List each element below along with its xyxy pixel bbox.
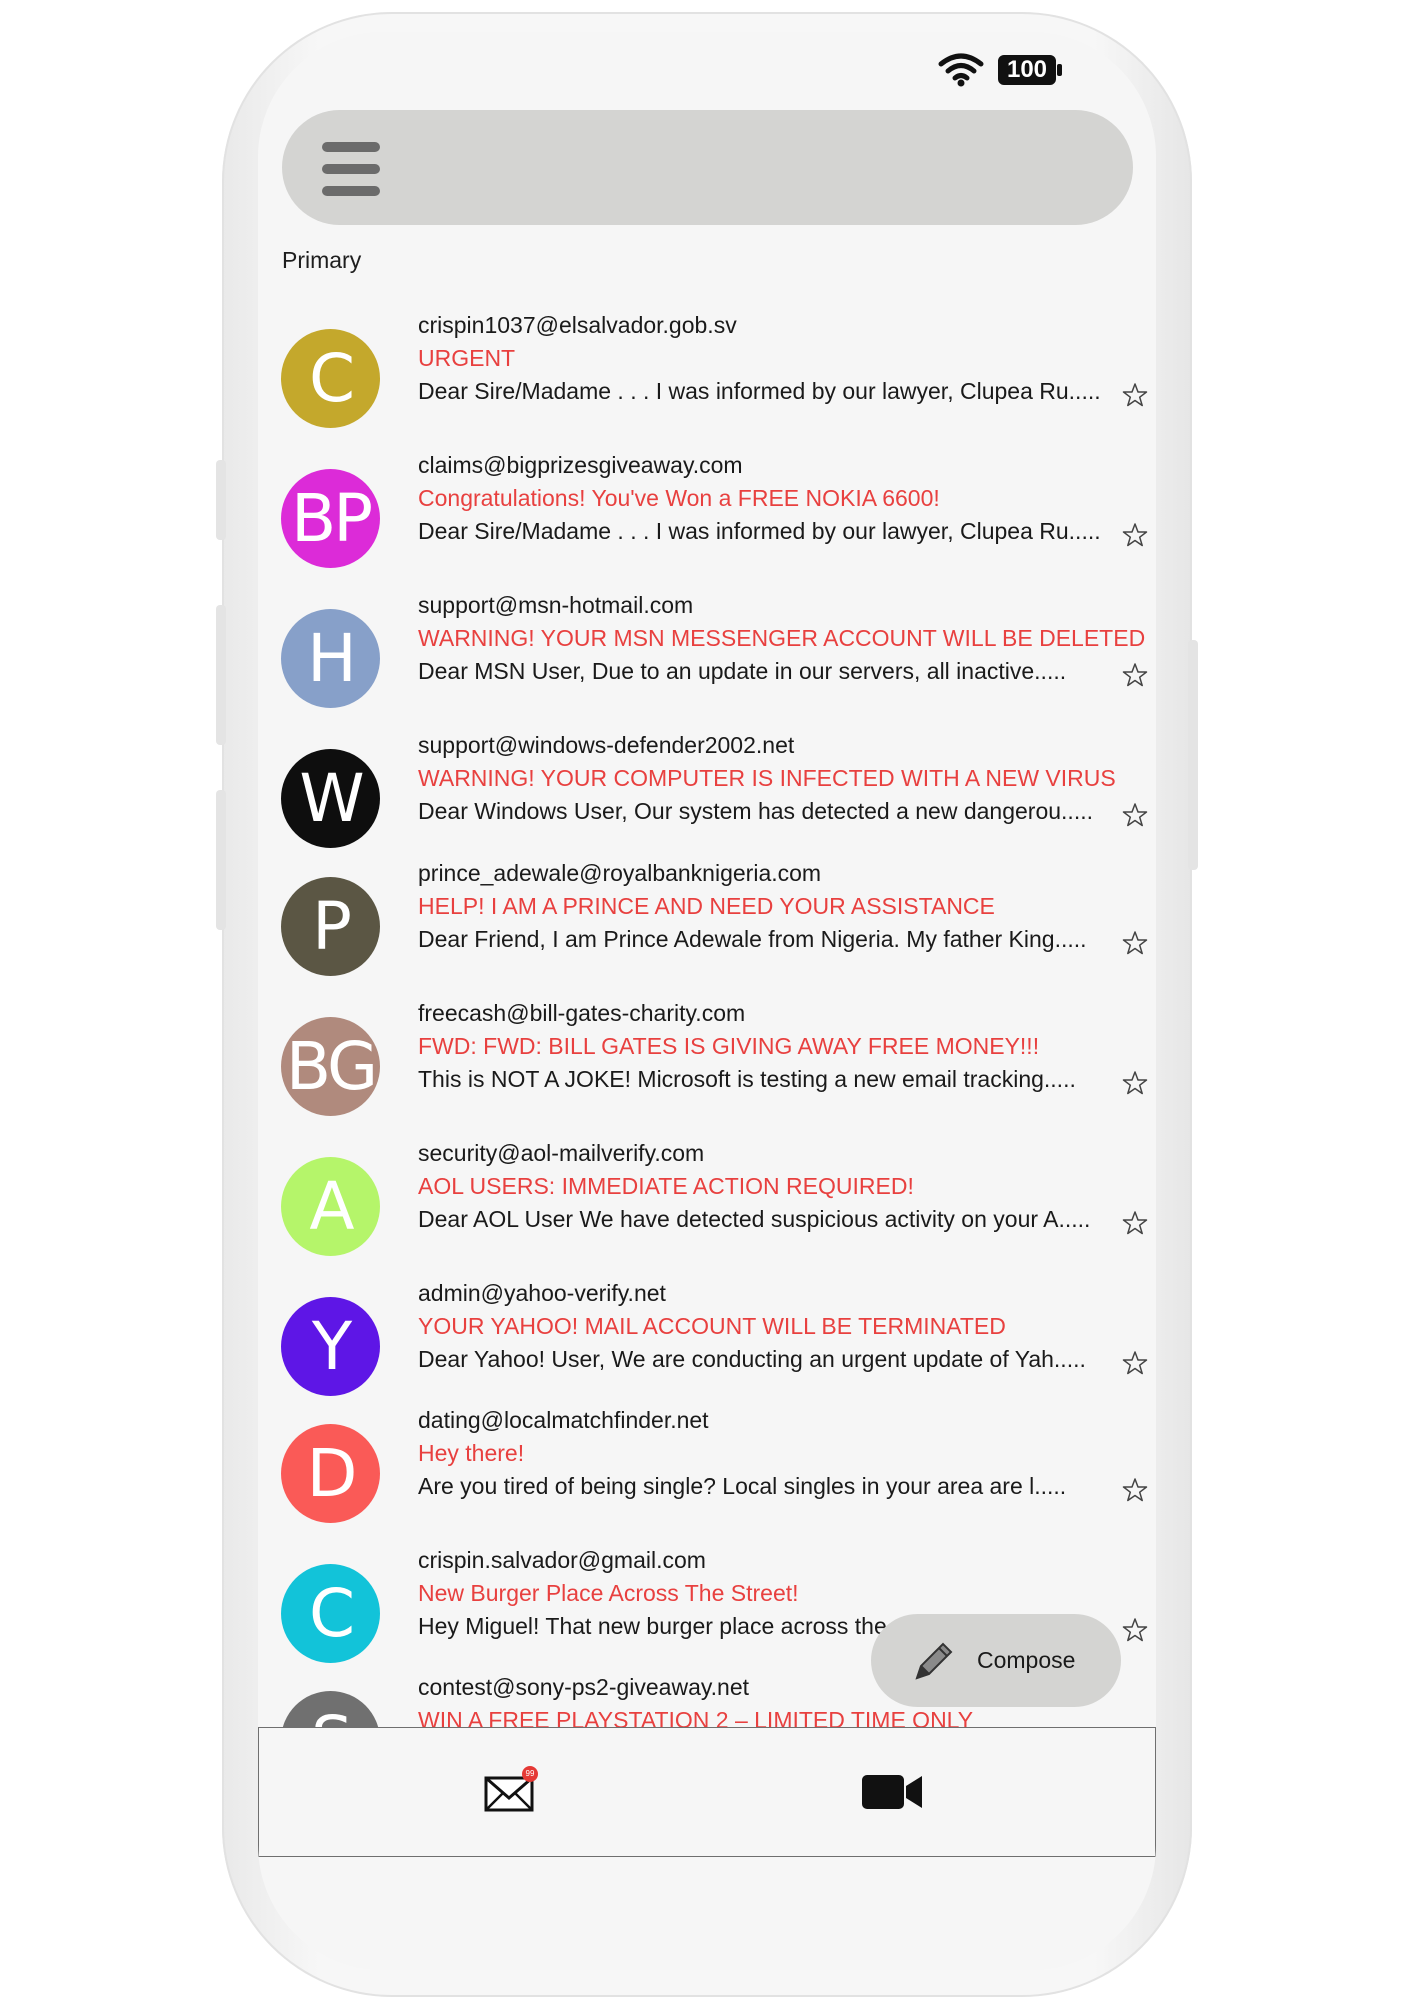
email-preview: Hey Miguel! That new burger place across… — [418, 1613, 887, 1639]
email-preview: Are you tired of being single? Local sin… — [418, 1473, 1067, 1499]
bottom-navigation: 99 — [258, 1727, 1156, 1857]
email-sender: support@msn-hotmail.com — [418, 592, 694, 618]
phone-side-button — [216, 460, 226, 540]
email-subject: WIN A FREE PLAYSTATION 2 – LIMITED TIME … — [418, 1707, 974, 1727]
email-subject: Hey there! — [418, 1440, 525, 1466]
email-row[interactable]: Ddating@localmatchfinder.net Hey there! Ar… — [258, 1407, 1156, 1539]
email-sender: admin@yahoo-verify.net — [418, 1280, 666, 1306]
email-subject: Congratulations! You've Won a FREE NOKIA… — [418, 485, 940, 511]
email-sender: claims@bigprizesgiveaway.com — [418, 452, 743, 478]
email-sender: prince_adewale@royalbanknigeria.com — [418, 860, 822, 886]
email-sender: support@windows-defender2002.net — [418, 732, 795, 758]
email-preview: Dear MSN User, Due to an update in our s… — [418, 658, 1067, 684]
star-icon[interactable] — [1122, 930, 1148, 956]
video-camera-icon[interactable] — [862, 1773, 924, 1811]
star-icon[interactable] — [1122, 1070, 1148, 1096]
star-icon[interactable] — [1122, 382, 1148, 408]
email-row[interactable]: BP claims@bigprizesgiveaway.com Congratula… — [258, 452, 1156, 584]
email-list: Ccrispin1037@elsalvador.gob.sv URGENT Dear… — [258, 32, 1156, 1727]
email-subject: YOUR YAHOO! MAIL ACCOUNT WILL BE TERMINA… — [418, 1313, 1006, 1339]
email-row[interactable]: Yadmin@yahoo-verify.net YOUR YAHOO! MAIL … — [258, 1280, 1156, 1412]
avatar: BG — [281, 1017, 380, 1116]
avatar: D — [281, 1424, 380, 1523]
avatar: S — [281, 1691, 380, 1727]
email-preview: Dear Windows User, Our system has detect… — [418, 798, 1093, 824]
avatar: C — [281, 329, 380, 428]
email-row[interactable]: Asecurity@aol-mailverify.com AOL USERS: I… — [258, 1140, 1156, 1272]
email-sender: contest@sony-ps2-giveaway.net — [418, 1674, 750, 1700]
avatar: W — [281, 749, 380, 848]
avatar: C — [281, 1564, 380, 1663]
star-icon[interactable] — [1122, 1350, 1148, 1376]
email-subject: FWD: FWD: BILL GATES IS GIVING AWAY FREE… — [418, 1033, 1040, 1059]
email-preview: Dear Sire/Madame . . . I was informed by… — [418, 518, 1101, 544]
email-subject: New Burger Place Across The Street! — [418, 1580, 799, 1606]
unread-badge: 99 — [522, 1766, 538, 1782]
email-subject: WARNING! YOUR COMPUTER IS INFECTED WITH … — [418, 765, 1116, 791]
email-sender: crispin.salvador@gmail.com — [418, 1547, 706, 1573]
email-subject: AOL USERS: IMMEDIATE ACTION REQUIRED! — [418, 1173, 914, 1199]
phone-side-button — [216, 605, 226, 745]
email-subject: WARNING! YOUR MSN MESSENGER ACCOUNT WILL… — [418, 625, 1146, 651]
email-sender: dating@localmatchfinder.net — [418, 1407, 709, 1433]
star-icon[interactable] — [1122, 662, 1148, 688]
email-sender: freecash@bill-gates-charity.com — [418, 1000, 746, 1026]
email-row[interactable]: Hsupport@msn-hotmail.com WARNING! YOUR MS… — [258, 592, 1156, 724]
phone-screen: 100 Primary Ccrispin1037@elsalvador.gob.… — [258, 32, 1156, 1970]
avatar: Y — [281, 1297, 380, 1396]
star-icon[interactable] — [1122, 1210, 1148, 1236]
star-icon[interactable] — [1122, 802, 1148, 828]
pen-icon — [915, 1642, 953, 1680]
email-sender: crispin1037@elsalvador.gob.sv — [418, 312, 737, 338]
phone-side-button — [1188, 640, 1198, 870]
compose-label: Compose — [977, 1647, 1076, 1673]
email-row[interactable]: BG freecash@bill-gates-charity.com FWD: FW… — [258, 1000, 1156, 1132]
email-row[interactable]: Wsupport@windows-defender2002.net WARNING… — [258, 732, 1156, 864]
star-icon[interactable] — [1122, 522, 1148, 548]
email-preview: This is NOT A JOKE! Microsoft is testing… — [418, 1066, 1076, 1092]
star-icon[interactable] — [1122, 1477, 1148, 1503]
phone-side-button — [216, 790, 226, 930]
compose-button[interactable]: Compose — [871, 1614, 1121, 1707]
email-subject: HELP! I AM A PRINCE AND NEED YOUR ASSIST… — [418, 893, 995, 919]
email-preview: Dear AOL User We have detected suspiciou… — [418, 1206, 1091, 1232]
avatar: H — [281, 609, 380, 708]
email-sender: security@aol-mailverify.com — [418, 1140, 705, 1166]
email-row[interactable]: Pprince_adewale@royalbanknigeria.com HELP… — [258, 860, 1156, 992]
email-subject: URGENT — [418, 345, 516, 371]
email-preview: Dear Sire/Madame . . . I was informed by… — [418, 378, 1101, 404]
email-row[interactable]: Ccrispin1037@elsalvador.gob.sv URGENT Dear… — [258, 312, 1156, 444]
avatar: A — [281, 1157, 380, 1256]
avatar: BP — [281, 469, 380, 568]
email-preview: Dear Yahoo! User, We are conducting an u… — [418, 1346, 1086, 1372]
star-icon[interactable] — [1122, 1617, 1148, 1643]
avatar: P — [281, 877, 380, 976]
email-preview: Dear Friend, I am Prince Adewale from Ni… — [418, 926, 1087, 952]
